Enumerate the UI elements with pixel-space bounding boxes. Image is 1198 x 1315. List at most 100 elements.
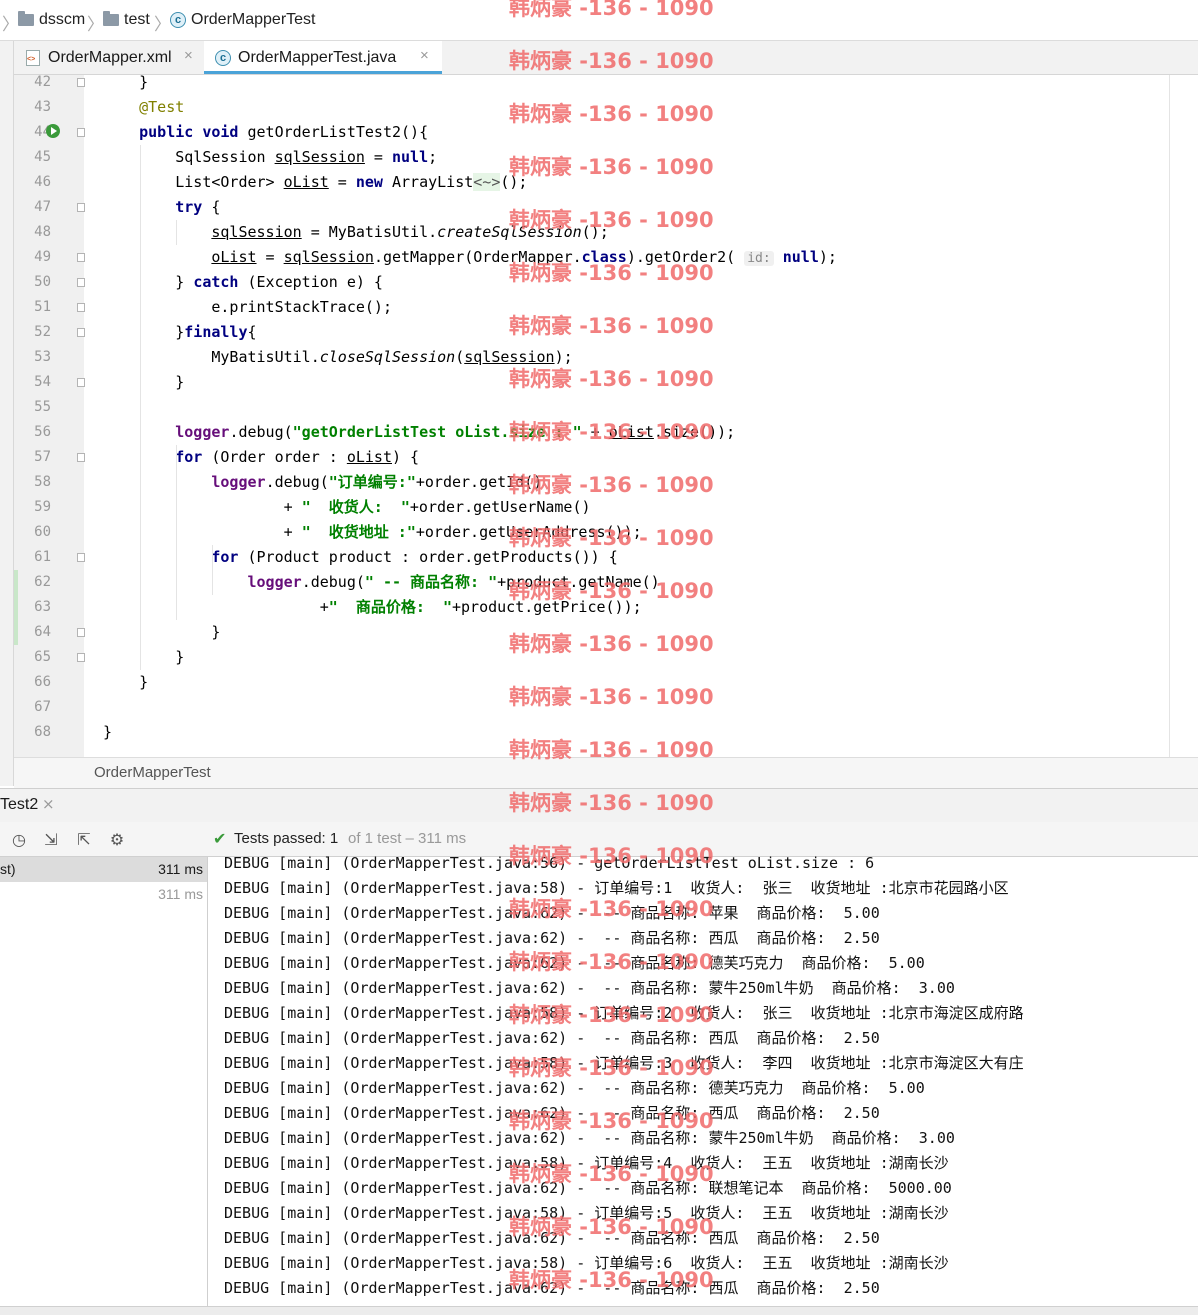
export-tests-icon[interactable]: ⇱ <box>75 831 93 849</box>
code-token: } <box>103 73 149 91</box>
tree-row[interactable]: 311 ms <box>0 882 207 907</box>
tree-row-name: st) <box>0 861 16 877</box>
close-icon[interactable]: × <box>42 795 55 813</box>
code-token: } <box>103 673 149 691</box>
code-token: ); <box>554 348 573 366</box>
code-token: createSqlSession <box>437 223 582 241</box>
close-icon[interactable]: × <box>184 47 193 64</box>
fold-marker-icon[interactable] <box>77 628 85 637</box>
code-token: + <box>103 498 302 516</box>
line-number: 48 <box>34 224 51 240</box>
console-line: DEBUG [main] (OrderMapperTest.java:62) -… <box>224 1029 880 1047</box>
console-line: DEBUG [main] (OrderMapperTest.java:62) -… <box>224 1104 880 1122</box>
code-token: null <box>392 148 429 166</box>
line-number: 47 <box>34 199 51 215</box>
settings-gear-icon[interactable]: ⚙ <box>108 831 126 849</box>
fold-marker-icon[interactable] <box>77 253 85 262</box>
tests-summary-label: of 1 test – 311 ms <box>348 830 467 847</box>
line-number: 68 <box>34 724 51 740</box>
code-line: + " 收货地址 :"+order.getUserAddress()); <box>103 520 642 545</box>
line-number: 59 <box>34 499 51 515</box>
close-icon[interactable]: × <box>420 47 429 64</box>
code-token: null <box>782 248 819 266</box>
code-token: getOrderListTest2(){ <box>238 123 429 141</box>
code-token: + <box>581 423 609 441</box>
line-number: 51 <box>34 299 51 315</box>
code-token: (); <box>581 223 609 241</box>
editor-footer-breadcrumb: OrderMapperTest <box>14 757 1198 788</box>
fold-marker-icon[interactable] <box>77 128 85 137</box>
code-line: logger.debug("订单编号:"+order.getId() <box>103 470 542 495</box>
line-number: 50 <box>34 274 51 290</box>
tree-row-time: 311 ms <box>158 886 203 902</box>
editor-footer-label[interactable]: OrderMapperTest <box>94 764 211 781</box>
import-tests-icon[interactable]: ⇲ <box>42 831 60 849</box>
history-icon[interactable]: ◷ <box>10 831 28 849</box>
code-token: oList <box>608 423 654 441</box>
fold-marker-icon[interactable] <box>77 378 85 387</box>
code-line: } <box>103 620 220 645</box>
line-number: 53 <box>34 349 51 365</box>
tree-row[interactable]: st) 311 ms <box>0 857 207 882</box>
console-output[interactable]: DEBUG [main] (OrderMapperTest.java:56) -… <box>208 854 1198 1306</box>
console-line: DEBUG [main] (OrderMapperTest.java:58) -… <box>224 879 1009 897</box>
breadcrumb-item-dsscm[interactable]: dsscm <box>39 11 85 29</box>
code-token: (Order order : <box>202 448 347 466</box>
code-token: ).getOrder2( <box>626 248 745 266</box>
code-token: for <box>175 448 203 466</box>
console-line: DEBUG [main] (OrderMapperTest.java:62) -… <box>224 904 880 922</box>
code-token: (Exception e) { <box>238 273 383 291</box>
left-tool-strip <box>0 41 14 786</box>
code-token: } <box>103 623 221 641</box>
line-number: 64 <box>34 624 51 640</box>
fold-marker-icon[interactable] <box>77 78 85 87</box>
code-line: }finally{ <box>103 320 256 345</box>
breadcrumb-item-ordermappertest[interactable]: OrderMapperTest <box>191 11 316 29</box>
fold-marker-icon[interactable] <box>77 553 85 562</box>
run-panel-tab[interactable]: Test2 × <box>0 788 1198 823</box>
console-line: DEBUG [main] (OrderMapperTest.java:58) -… <box>224 1054 1024 1072</box>
fold-marker-icon[interactable] <box>77 328 85 337</box>
code-line: for (Order order : oList) { <box>103 445 419 470</box>
indent-guide <box>212 545 213 595</box>
code-token: (Product product : order.getProducts()) … <box>238 548 618 566</box>
code-token: = MyBatisUtil. <box>301 223 438 241</box>
fold-marker-icon[interactable] <box>77 203 85 212</box>
code-token: = <box>328 173 356 191</box>
code-token: } <box>103 273 194 291</box>
line-number: 42 <box>34 74 51 90</box>
code-token: logger <box>247 573 302 591</box>
fold-marker-icon[interactable] <box>77 453 85 462</box>
code-token: +order.getId() <box>415 473 543 491</box>
code-token: "订单编号:" <box>328 473 416 491</box>
run-test-icon[interactable] <box>46 124 60 138</box>
line-number: 65 <box>34 649 51 665</box>
code-token: +order.getUserName() <box>409 498 591 516</box>
line-number: 62 <box>34 574 51 590</box>
code-line: } <box>103 370 184 395</box>
code-token: class <box>581 248 627 266</box>
tree-row-time: 311 ms <box>158 861 203 877</box>
code-token: finally <box>184 323 248 341</box>
code-token: catch <box>193 273 239 291</box>
breadcrumb-separator-icon: 〉 <box>2 15 19 35</box>
code-token: +product.getName() <box>497 573 660 591</box>
fold-marker-icon[interactable] <box>77 278 85 287</box>
code-token: ) { <box>392 448 420 466</box>
fold-marker-icon[interactable] <box>77 653 85 662</box>
tab-label: OrderMapperTest.java <box>238 49 397 66</box>
fold-marker-icon[interactable] <box>77 303 85 312</box>
code-token: ArrayList <box>382 173 474 191</box>
breadcrumb-item-test[interactable]: test <box>124 11 150 29</box>
code-line: } catch (Exception e) { <box>103 270 383 295</box>
console-line: DEBUG [main] (OrderMapperTest.java:62) -… <box>224 1229 880 1247</box>
indent-guide <box>176 445 177 620</box>
console-line: DEBUG [main] (OrderMapperTest.java:56) -… <box>224 854 875 872</box>
folder-icon <box>18 11 34 26</box>
code-line: try { <box>103 195 220 220</box>
console-line: DEBUG [main] (OrderMapperTest.java:58) -… <box>224 1004 1024 1022</box>
